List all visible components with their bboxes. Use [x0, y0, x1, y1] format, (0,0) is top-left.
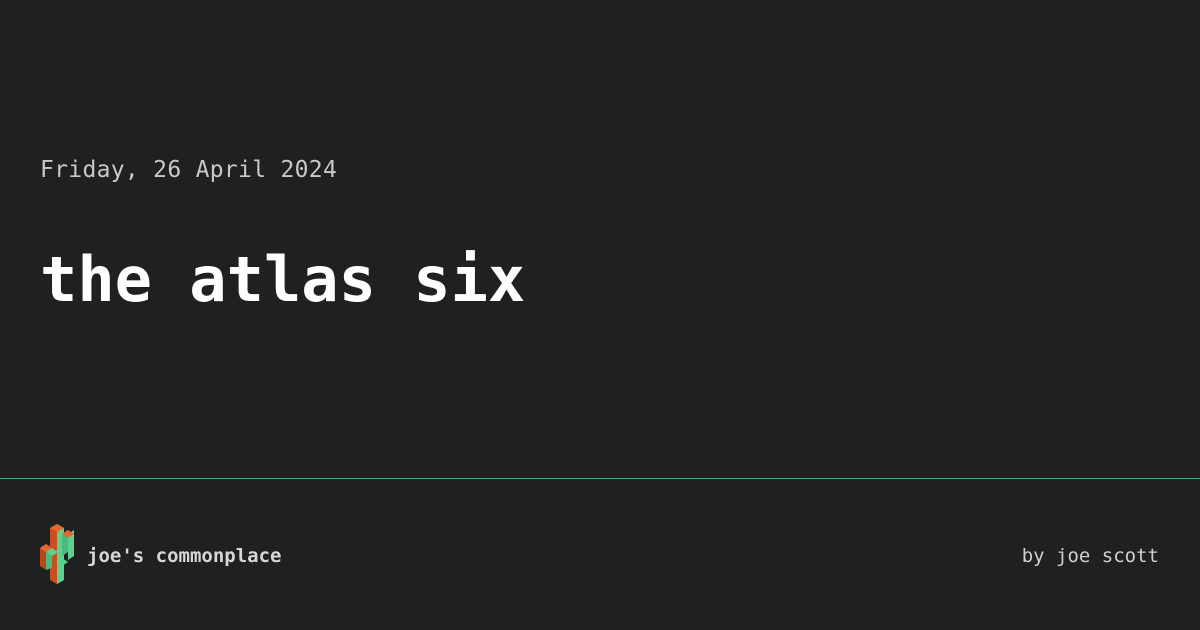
author-byline: by joe scott — [1021, 545, 1159, 567]
cactus-icon — [40, 524, 74, 584]
post-date: Friday, 26 April 2024 — [40, 157, 338, 183]
footer-divider — [0, 478, 1200, 479]
site-name[interactable]: joe's commonplace — [87, 542, 281, 570]
post-title: the atlas six — [40, 243, 526, 316]
